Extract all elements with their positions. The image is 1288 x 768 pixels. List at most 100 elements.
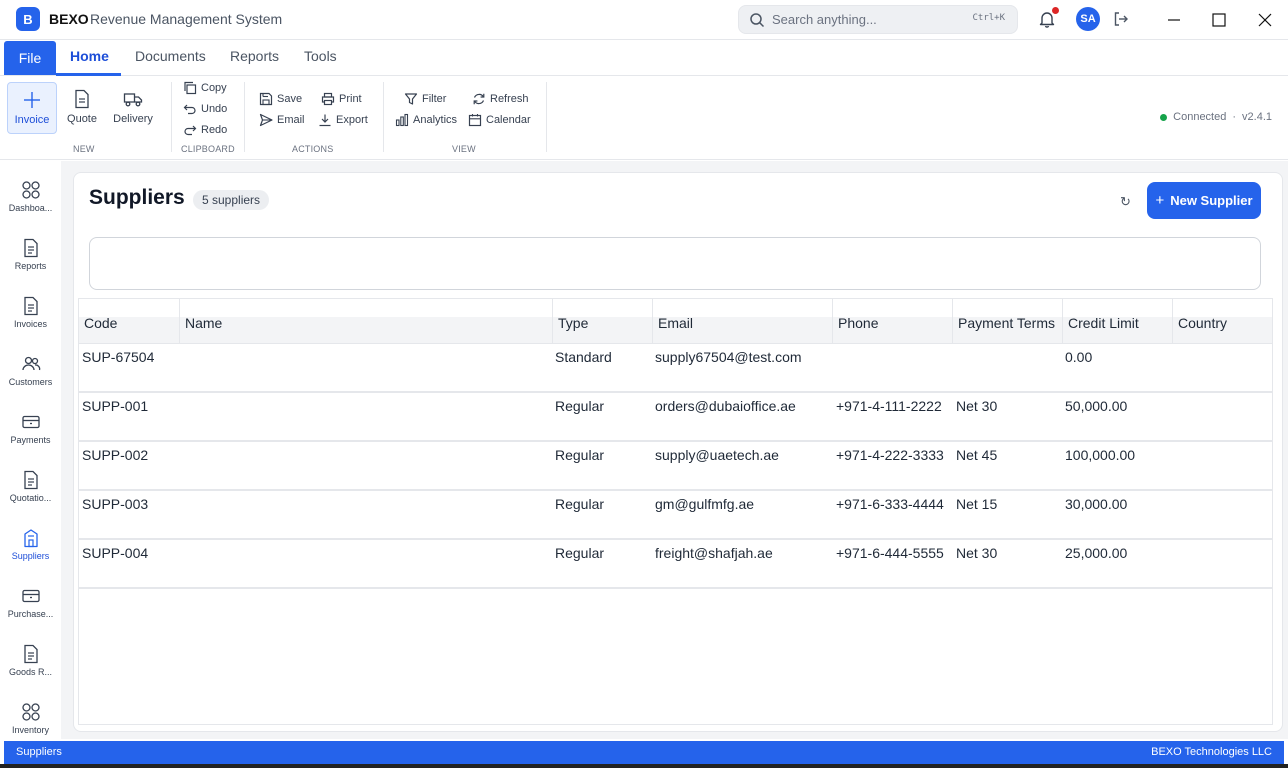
new-quote-label: Quote [67, 113, 97, 125]
save-icon [259, 92, 273, 106]
filter-button[interactable]: Filter [404, 91, 446, 107]
email-label: Email [277, 114, 305, 126]
file-menu-button[interactable]: File [4, 41, 56, 75]
building-icon [23, 529, 38, 548]
print-icon [321, 92, 335, 106]
cell-code: SUPP-004 [82, 545, 149, 561]
redo-button[interactable]: Redo [183, 122, 227, 138]
ribbon-toolbar: Invoice Quote Delivery NEW Copy Undo Red… [0, 76, 1288, 160]
sidebar-item-label: Payments [10, 435, 51, 445]
maximize-icon[interactable] [1209, 10, 1229, 30]
document-icon [23, 238, 38, 258]
sidebar-item-invoices[interactable]: Invoices [0, 286, 61, 342]
filter-icon [404, 93, 418, 105]
cell-credit-limit: 100,000.00 [1065, 447, 1136, 463]
column-header-credit-limit[interactable]: Credit Limit [1063, 299, 1173, 344]
tab-reports[interactable]: Reports [230, 48, 279, 64]
supplier-count-badge: 5 suppliers [193, 190, 270, 210]
new-quote-button[interactable]: Quote [63, 82, 101, 134]
group-label-clipboard: CLIPBOARD [181, 144, 235, 154]
page-title: Suppliers [89, 186, 185, 209]
cell-phone: +971-6-333-4444 [836, 496, 944, 512]
connection-status: Connected · v2.4.1 [1160, 111, 1272, 123]
table-row[interactable]: SUPP-002 Regular supply@uaetech.ae +971-… [79, 442, 1272, 491]
close-icon[interactable] [1255, 10, 1275, 30]
copy-icon [184, 81, 197, 95]
cell-payment-terms: Net 30 [956, 398, 998, 414]
table-row[interactable]: SUP-67504 Standard supply67504@test.com … [79, 344, 1272, 393]
status-bar-company: BEXO Technologies LLC [1151, 746, 1272, 758]
document-icon [23, 296, 38, 316]
export-button[interactable]: Export [318, 112, 368, 128]
table-row[interactable]: SUPP-003 Regular gm@gulfmfg.ae +971-6-33… [79, 491, 1272, 540]
minimize-icon[interactable] [1164, 10, 1184, 30]
app-title: Revenue Management System [90, 11, 283, 27]
cell-type: Regular [555, 447, 605, 463]
redo-label: Redo [201, 124, 228, 136]
group-label-actions: ACTIONS [292, 144, 334, 154]
refresh-button[interactable]: Refresh [472, 91, 529, 107]
sidebar-item-customers[interactable]: Customers [0, 344, 61, 400]
sidebar-item-label: Invoices [13, 319, 48, 329]
cell-email: orders@dubaioffice.ae [655, 398, 796, 414]
save-button[interactable]: Save [259, 91, 302, 107]
sidebar-item-dashboa[interactable]: Dashboa... [0, 170, 61, 226]
document-icon [23, 470, 38, 490]
sidebar-item-goods-r[interactable]: Goods R... [0, 634, 61, 690]
new-invoice-button[interactable]: Invoice [7, 82, 57, 134]
tab-documents[interactable]: Documents [135, 48, 206, 64]
column-header-type[interactable]: Type [553, 299, 653, 344]
sidebar-item-inventory[interactable]: Inventory [0, 692, 61, 748]
cell-code: SUPP-001 [82, 398, 149, 414]
grid-icon [21, 703, 40, 721]
status-dot [1160, 113, 1168, 121]
sidebar-item-suppliers[interactable]: Suppliers [0, 518, 61, 574]
column-header-email[interactable]: Email [653, 299, 833, 344]
cell-type: Regular [555, 398, 605, 414]
filter-input[interactable] [89, 237, 1261, 290]
cell-type: Standard [555, 349, 612, 365]
print-button[interactable]: Print [321, 91, 362, 107]
sidebar-item-quotatio[interactable]: Quotatio... [0, 460, 61, 516]
sidebar-item-label: Goods R... [8, 667, 53, 677]
column-header-country[interactable]: Country [1173, 299, 1272, 344]
search-input[interactable]: Search anything... Ctrl+K [738, 5, 1018, 34]
search-icon [750, 13, 765, 28]
undo-button[interactable]: Undo [183, 101, 227, 117]
column-header-phone[interactable]: Phone [833, 299, 953, 344]
column-header-name[interactable]: Name [180, 299, 553, 344]
redo-icon [184, 125, 197, 136]
sidebar-item-reports[interactable]: Reports [0, 228, 61, 284]
new-supplier-button[interactable]: + New Supplier [1147, 182, 1261, 219]
grid-icon [21, 181, 40, 199]
cell-code: SUPP-002 [82, 447, 149, 463]
logout-icon[interactable] [1112, 10, 1130, 28]
sidebar-item-label: Dashboa... [8, 203, 53, 213]
user-avatar[interactable]: SA [1076, 7, 1100, 31]
column-header-payment-terms[interactable]: Payment Terms [953, 299, 1063, 344]
app-version: v2.4.1 [1242, 111, 1272, 123]
new-delivery-button[interactable]: Delivery [110, 82, 156, 134]
table-row[interactable]: SUPP-001 Regular orders@dubaioffice.ae +… [79, 393, 1272, 442]
tab-tools[interactable]: Tools [304, 48, 337, 64]
analytics-button[interactable]: Analytics [395, 112, 457, 128]
connection-status-text: Connected [1173, 111, 1227, 123]
reload-icon[interactable]: ↻ [1120, 194, 1131, 210]
email-button[interactable]: Email [259, 112, 305, 128]
ribbon-separator [546, 82, 547, 152]
tab-home[interactable]: Home [70, 48, 109, 64]
sidebar-item-purchase[interactable]: Purchase... [0, 576, 61, 632]
plus-icon: + [1155, 192, 1165, 209]
cell-email: freight@shafjah.ae [655, 545, 773, 561]
document-icon [23, 644, 38, 664]
card-icon [21, 415, 40, 429]
calendar-button[interactable]: Calendar [468, 112, 531, 128]
column-header-code[interactable]: Code [79, 299, 180, 344]
copy-button[interactable]: Copy [183, 80, 227, 96]
app-logo: B [16, 7, 40, 31]
cell-code: SUP-67504 [82, 349, 155, 365]
sidebar-item-payments[interactable]: Payments [0, 402, 61, 458]
table-row[interactable]: SUPP-004 Regular freight@shafjah.ae +971… [79, 540, 1272, 589]
calendar-icon [468, 114, 482, 127]
cell-payment-terms: Net 15 [956, 496, 998, 512]
